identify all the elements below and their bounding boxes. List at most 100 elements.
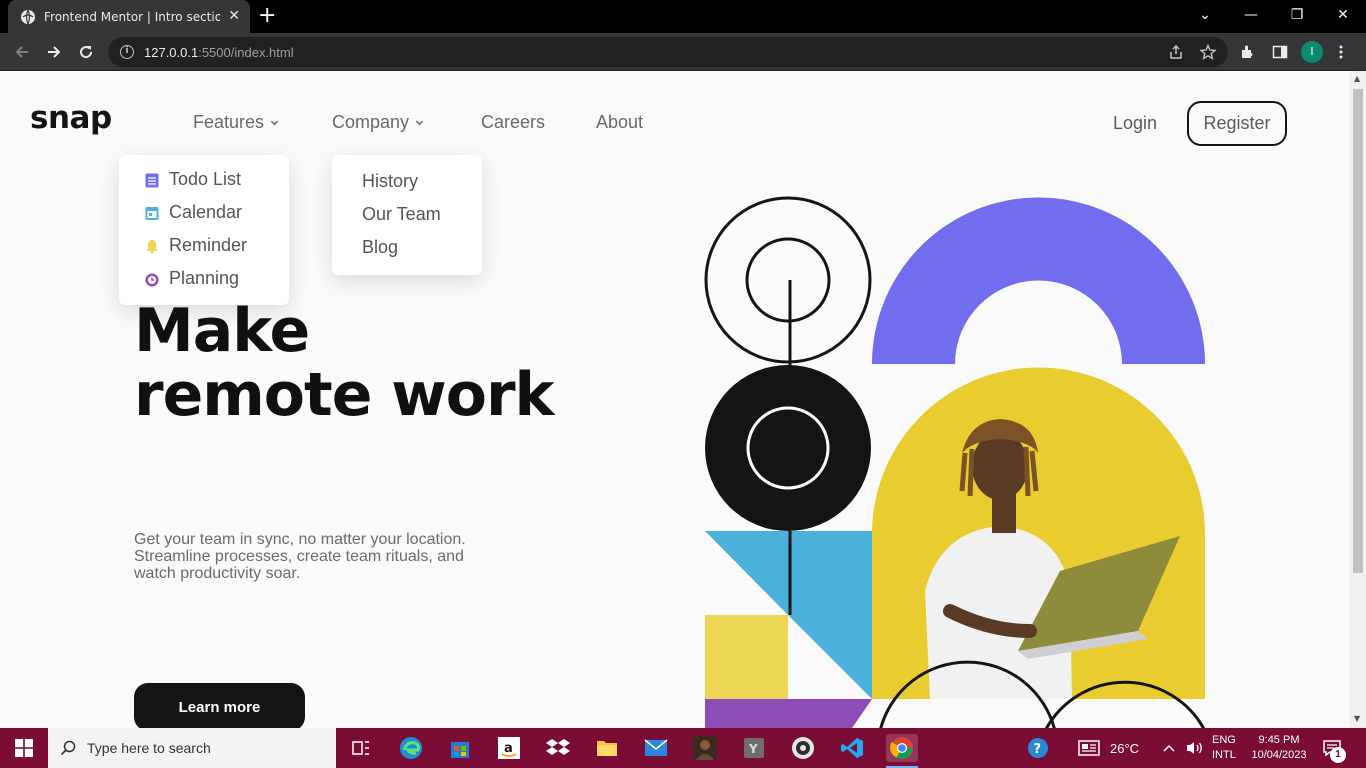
extensions-icon[interactable] (1240, 44, 1256, 60)
forward-button[interactable] (42, 40, 66, 64)
clock-time: 9:45 PM (1258, 734, 1300, 746)
chrome-glyph (890, 737, 913, 759)
hero-description: Get your team in sync, no matter your lo… (134, 531, 466, 582)
address-bar[interactable]: i 127.0.0.1:5500/index.html (108, 37, 1228, 67)
menu-item-our-team[interactable]: Our Team (362, 204, 441, 225)
scroll-up-icon[interactable]: ▲ (1354, 74, 1360, 83)
menu-item-label: Todo List (169, 169, 242, 189)
profile-avatar[interactable]: I (1301, 41, 1323, 63)
edge-glyph (400, 737, 422, 759)
minimize-button[interactable]: — (1228, 4, 1274, 26)
restore-button[interactable]: ❐ (1274, 4, 1320, 26)
menu-item-calendar[interactable]: Calendar (145, 202, 242, 223)
back-arrow-icon (15, 46, 28, 58)
browser-tab[interactable]: Frontend Mentor | Intro section w ✕ (8, 0, 250, 33)
planning-icon (145, 273, 159, 286)
amazon-icon[interactable]: a (495, 734, 523, 762)
input-language[interactable]: ENG INTL (1212, 728, 1236, 768)
url-text[interactable]: 127.0.0.1:5500/index.html (144, 45, 294, 60)
folder-glyph (597, 741, 617, 756)
help-glyph: ? (1028, 738, 1048, 758)
reload-button[interactable] (74, 40, 98, 64)
mail-glyph (644, 739, 668, 756)
chevron-down-icon (415, 120, 424, 126)
dropbox-glyph (546, 739, 570, 755)
scrollbar-thumb[interactable] (1353, 89, 1363, 573)
close-window-button[interactable]: ✕ (1320, 4, 1366, 26)
vscode-glyph (841, 738, 863, 758)
photo-app-icon[interactable] (691, 734, 719, 762)
menu-item-label: Reminder (169, 235, 248, 255)
company-dropdown: History Our Team Blog (332, 155, 482, 275)
learn-more-button[interactable]: Learn more (134, 683, 305, 728)
help-icon[interactable]: ? (1024, 734, 1052, 762)
y-app-icon[interactable]: Y (740, 734, 768, 762)
site-info-icon[interactable]: i (120, 45, 134, 59)
edge-icon[interactable] (397, 734, 425, 762)
new-tab-button[interactable]: + (258, 5, 276, 27)
menu-item-history[interactable]: History (362, 171, 418, 192)
menu-item-reminder[interactable]: Reminder (145, 235, 247, 256)
svg-text:Y: Y (748, 742, 758, 756)
news-icon (1078, 740, 1100, 756)
volume-control[interactable] (1186, 728, 1204, 768)
tab-search-icon[interactable]: ⌄ (1182, 4, 1228, 26)
features-dropdown: Todo List Calendar Reminder Planning (119, 155, 289, 305)
bookmark-star-icon[interactable] (1200, 44, 1216, 60)
nav-company[interactable]: Company (332, 112, 424, 133)
start-button[interactable] (0, 728, 48, 768)
tab-close-icon[interactable]: ✕ (228, 8, 240, 24)
chrome-icon[interactable] (886, 734, 918, 762)
microsoft-store-icon[interactable] (446, 734, 474, 762)
hero-title-line-2: remote work (134, 360, 554, 430)
login-link[interactable]: Login (1113, 113, 1157, 134)
share-icon[interactable] (1168, 44, 1184, 60)
menu-item-label: Planning (169, 268, 240, 288)
search-placeholder: Type here to search (87, 740, 211, 756)
hero-title: Make remote work (134, 296, 554, 430)
file-explorer-icon[interactable] (593, 734, 621, 762)
menu-kebab-icon[interactable] (1336, 44, 1346, 60)
side-panel-icon[interactable] (1272, 44, 1288, 60)
page-scrollbar[interactable]: ▲ ▼ (1350, 71, 1366, 728)
browser-tabstrip: Frontend Mentor | Intro section w ✕ + ⌄ … (0, 0, 1366, 33)
search-icon (60, 740, 76, 756)
black-disc-shape (705, 365, 871, 531)
tab-title: Frontend Mentor | Intro section w (44, 9, 220, 24)
scroll-down-icon[interactable]: ▼ (1354, 714, 1360, 723)
url-path: :5500/index.html (198, 44, 294, 60)
windows-logo-icon (15, 739, 33, 757)
browser-toolbar: i 127.0.0.1:5500/index.html (0, 33, 1366, 71)
show-hidden-icons[interactable] (1162, 728, 1176, 768)
menu-item-blog[interactable]: Blog (362, 237, 398, 258)
chevron-up-icon (1163, 744, 1175, 752)
obs-icon[interactable] (789, 734, 817, 762)
hero-title-line-1: Make (134, 296, 310, 366)
register-button[interactable]: Register (1187, 101, 1287, 146)
windows-taskbar: Type here to search a Y ? 26°C ENG INTL … (0, 728, 1366, 768)
nav-features-label: Features (193, 112, 265, 132)
nav-careers[interactable]: Careers (481, 112, 545, 133)
menu-item-label: Calendar (169, 202, 243, 222)
amazon-glyph: a (498, 737, 520, 759)
obs-glyph (792, 737, 814, 759)
vscode-icon[interactable] (838, 734, 866, 762)
url-host: 127.0.0.1 (144, 44, 199, 60)
lang-primary: ENG (1212, 734, 1236, 746)
hero-illustration (704, 196, 1206, 728)
weather-widget[interactable]: 26°C (1078, 728, 1139, 768)
dropbox-icon[interactable] (544, 734, 572, 762)
task-view-icon[interactable] (347, 734, 375, 762)
mail-icon[interactable] (642, 734, 670, 762)
nav-about[interactable]: About (596, 112, 643, 133)
menu-item-planning[interactable]: Planning (145, 268, 239, 289)
menu-item-todo-list[interactable]: Todo List (145, 169, 241, 190)
taskbar-search[interactable]: Type here to search (48, 728, 336, 768)
snap-logo[interactable]: snap (30, 100, 112, 136)
back-button[interactable] (10, 40, 34, 64)
lang-secondary: INTL (1212, 749, 1236, 761)
nav-features[interactable]: Features (193, 112, 279, 133)
weather-temp: 26°C (1110, 740, 1140, 756)
calendar-icon (145, 206, 159, 220)
clock[interactable]: 9:45 PM 10/04/2023 (1249, 728, 1309, 768)
